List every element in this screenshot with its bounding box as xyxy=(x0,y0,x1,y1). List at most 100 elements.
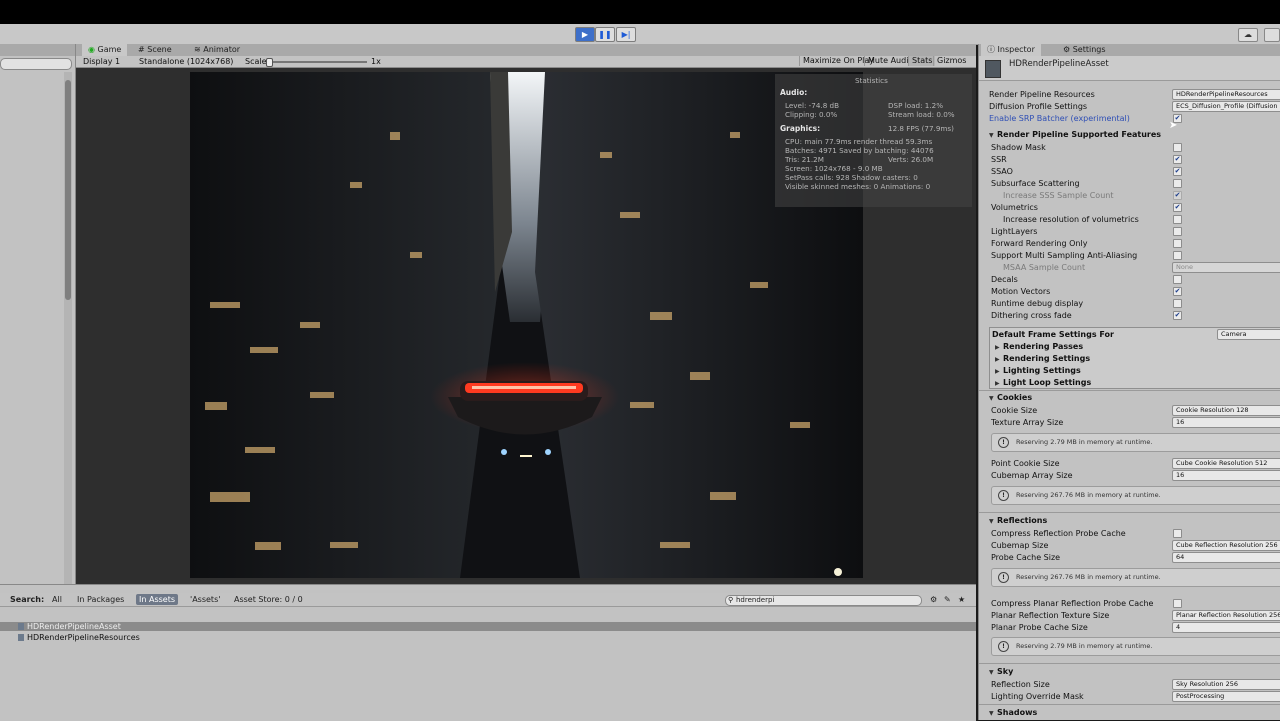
ssao-checkbox[interactable]: ✔ xyxy=(1173,167,1182,176)
hierarchy-scrollbar[interactable] xyxy=(64,72,72,584)
decals-checkbox[interactable] xyxy=(1173,275,1182,284)
filter-in-assets[interactable]: In Assets xyxy=(136,594,179,605)
favorite-star-icon[interactable]: ★ xyxy=(958,594,965,605)
rendering-settings-foldout[interactable]: ▶ Rendering Settings xyxy=(995,354,1090,363)
volumetrics-checkbox[interactable]: ✔ xyxy=(1173,203,1182,212)
dithering-checkbox[interactable]: ✔ xyxy=(1173,311,1182,320)
cloud-icon[interactable]: ☁ xyxy=(1238,28,1258,42)
cookies-header[interactable]: ▼ Cookies xyxy=(989,393,1032,402)
tab-settings[interactable]: ⚙ Settings xyxy=(1057,44,1112,56)
game-tab-bar: ◉ Game # Scene ≋ Animator xyxy=(76,44,976,56)
tab-inspector-label: Inspector xyxy=(997,45,1035,54)
shadows-header[interactable]: ▼ Shadows xyxy=(989,708,1037,717)
resources-label: Render Pipeline Resources xyxy=(989,90,1095,99)
tab-animator-label: Animator xyxy=(203,45,241,54)
stats-button[interactable]: Stats xyxy=(908,56,936,66)
feature-label: Runtime debug display xyxy=(991,299,1084,308)
dfs-camera-dropdown[interactable]: Camera xyxy=(1217,329,1280,340)
features-header[interactable]: ▼ Render Pipeline Supported Features xyxy=(989,130,1161,139)
ssr-checkbox[interactable]: ✔ xyxy=(1173,155,1182,164)
divider xyxy=(979,390,1280,391)
srp-batcher-label: Enable SRP Batcher (experimental) xyxy=(989,114,1130,123)
cookie-size-dropdown[interactable]: Cookie Resolution 128 xyxy=(1172,405,1280,416)
reflection-size-dropdown[interactable]: Sky Resolution 256 xyxy=(1172,679,1280,690)
cubemap-array-size-field[interactable]: 16 xyxy=(1172,470,1280,481)
filter-asset-store[interactable]: Asset Store: 0 / 0 xyxy=(234,594,303,605)
feature-label: Subsurface Scattering xyxy=(991,179,1080,188)
tab-scene-label: Scene xyxy=(147,45,172,54)
sss-sample-count-checkbox[interactable]: ✔ xyxy=(1173,191,1182,200)
game-tab-icon: ◉ xyxy=(88,45,95,54)
reflections-header[interactable]: ▼ Reflections xyxy=(989,516,1047,525)
tab-animator[interactable]: ≋ Animator xyxy=(188,44,246,56)
point-cookie-size-dropdown[interactable]: Cube Cookie Resolution 512 xyxy=(1172,458,1280,469)
list-item[interactable]: HDRenderPipelineResources xyxy=(18,633,140,642)
runtime-debug-checkbox[interactable] xyxy=(1173,299,1182,308)
msaa-sample-count-dropdown[interactable]: None xyxy=(1172,262,1280,273)
pause-button[interactable]: ❚❚ xyxy=(595,27,615,42)
tab-game[interactable]: ◉ Game xyxy=(82,44,128,56)
planar-texture-size-dropdown[interactable]: Planar Reflection Resolution 256 xyxy=(1172,610,1280,621)
divider xyxy=(979,512,1280,513)
cubemap-size-dropdown[interactable]: Cube Reflection Resolution 256 xyxy=(1172,540,1280,551)
filter-in-packages[interactable]: In Packages xyxy=(77,594,124,605)
list-item[interactable]: HDRenderPipelineAsset xyxy=(18,622,121,631)
account-button[interactable] xyxy=(1264,28,1280,42)
stats-title: Statistics xyxy=(855,76,888,85)
planar-cache-size-field[interactable]: 4 xyxy=(1172,622,1280,633)
tab-inspector[interactable]: ⓘ Inspector xyxy=(981,44,1041,56)
cookies-header-label: Cookies xyxy=(997,393,1033,402)
display-dropdown[interactable]: Display 1 xyxy=(83,56,120,67)
filter-type-icon[interactable]: ⚙ xyxy=(930,594,937,605)
game-view-toolbar: Display 1 Standalone (1024x768) Scale 1x… xyxy=(76,56,976,68)
feature-label: Support Multi Sampling Anti-Aliasing xyxy=(991,251,1138,260)
play-button[interactable]: ▶ xyxy=(575,27,595,42)
lighting-override-dropdown[interactable]: PostProcessing xyxy=(1172,691,1280,702)
rendering-passes-foldout[interactable]: ▶ Rendering Passes xyxy=(995,342,1083,351)
game-viewport[interactable] xyxy=(190,72,863,578)
feature-label: Increase resolution of volumetrics xyxy=(1003,215,1139,224)
lighting-override-label: Lighting Override Mask xyxy=(991,692,1084,701)
stats-audio-heading: Audio: xyxy=(780,88,808,97)
step-button[interactable]: ▶| xyxy=(616,27,636,42)
expand-down-icon: ▼ xyxy=(989,395,994,402)
compress-planar-checkbox[interactable] xyxy=(1173,599,1182,608)
hierarchy-tab-bar xyxy=(0,44,75,56)
forward-only-checkbox[interactable] xyxy=(1173,239,1182,248)
compress-probe-checkbox[interactable] xyxy=(1173,529,1182,538)
gizmos-button[interactable]: Gizmos xyxy=(933,56,969,66)
stats-tris: Tris: 21.2M xyxy=(785,155,824,164)
sky-header[interactable]: ▼ Sky xyxy=(989,667,1013,676)
motion-vectors-checkbox[interactable]: ✔ xyxy=(1173,287,1182,296)
resolution-dropdown[interactable]: Standalone (1024x768) xyxy=(139,56,233,67)
resources-field[interactable]: HDRenderPipelineResources xyxy=(1172,89,1280,100)
rendering-settings-label: Rendering Settings xyxy=(1003,354,1091,363)
scale-slider-handle[interactable] xyxy=(266,58,273,67)
filter-all[interactable]: All xyxy=(52,594,62,605)
reflections-header-label: Reflections xyxy=(997,516,1048,525)
shadow-mask-checkbox[interactable] xyxy=(1173,143,1182,152)
project-search-input[interactable]: ⚲ hdrenderpi xyxy=(725,595,922,606)
game-panel: ◉ Game # Scene ≋ Animator Display 1 Stan… xyxy=(76,44,976,584)
scale-slider[interactable] xyxy=(267,61,367,63)
stats-fps: 12.8 FPS (77.9ms) xyxy=(888,124,954,133)
msaa-support-checkbox[interactable] xyxy=(1173,251,1182,260)
street-light xyxy=(834,568,842,576)
stats-dsp-load: DSP load: 1.2% xyxy=(888,101,944,110)
diffusion-field[interactable]: ECS_Diffusion_Profile (Diffusion xyxy=(1172,101,1280,112)
texture-array-size-label: Texture Array Size xyxy=(991,418,1064,427)
hierarchy-search-input[interactable] xyxy=(0,58,72,70)
lighting-settings-foldout[interactable]: ▶ Lighting Settings xyxy=(995,366,1081,375)
subsurface-scattering-checkbox[interactable] xyxy=(1173,179,1182,188)
texture-array-size-field[interactable]: 16 xyxy=(1172,417,1280,428)
expand-right-icon: ▶ xyxy=(995,356,1000,363)
light-layers-checkbox[interactable] xyxy=(1173,227,1182,236)
light-loop-settings-foldout[interactable]: ▶ Light Loop Settings xyxy=(995,378,1091,387)
search-icon: ⚲ xyxy=(728,596,734,604)
probe-cache-size-field[interactable]: 64 xyxy=(1172,552,1280,563)
label-filter-icon[interactable]: ✎ xyxy=(944,594,951,605)
filter-assets-folder[interactable]: 'Assets' xyxy=(190,594,220,605)
tab-scene[interactable]: # Scene xyxy=(132,44,178,56)
volumetrics-resolution-checkbox[interactable] xyxy=(1173,215,1182,224)
hierarchy-scroll-thumb[interactable] xyxy=(65,80,71,300)
